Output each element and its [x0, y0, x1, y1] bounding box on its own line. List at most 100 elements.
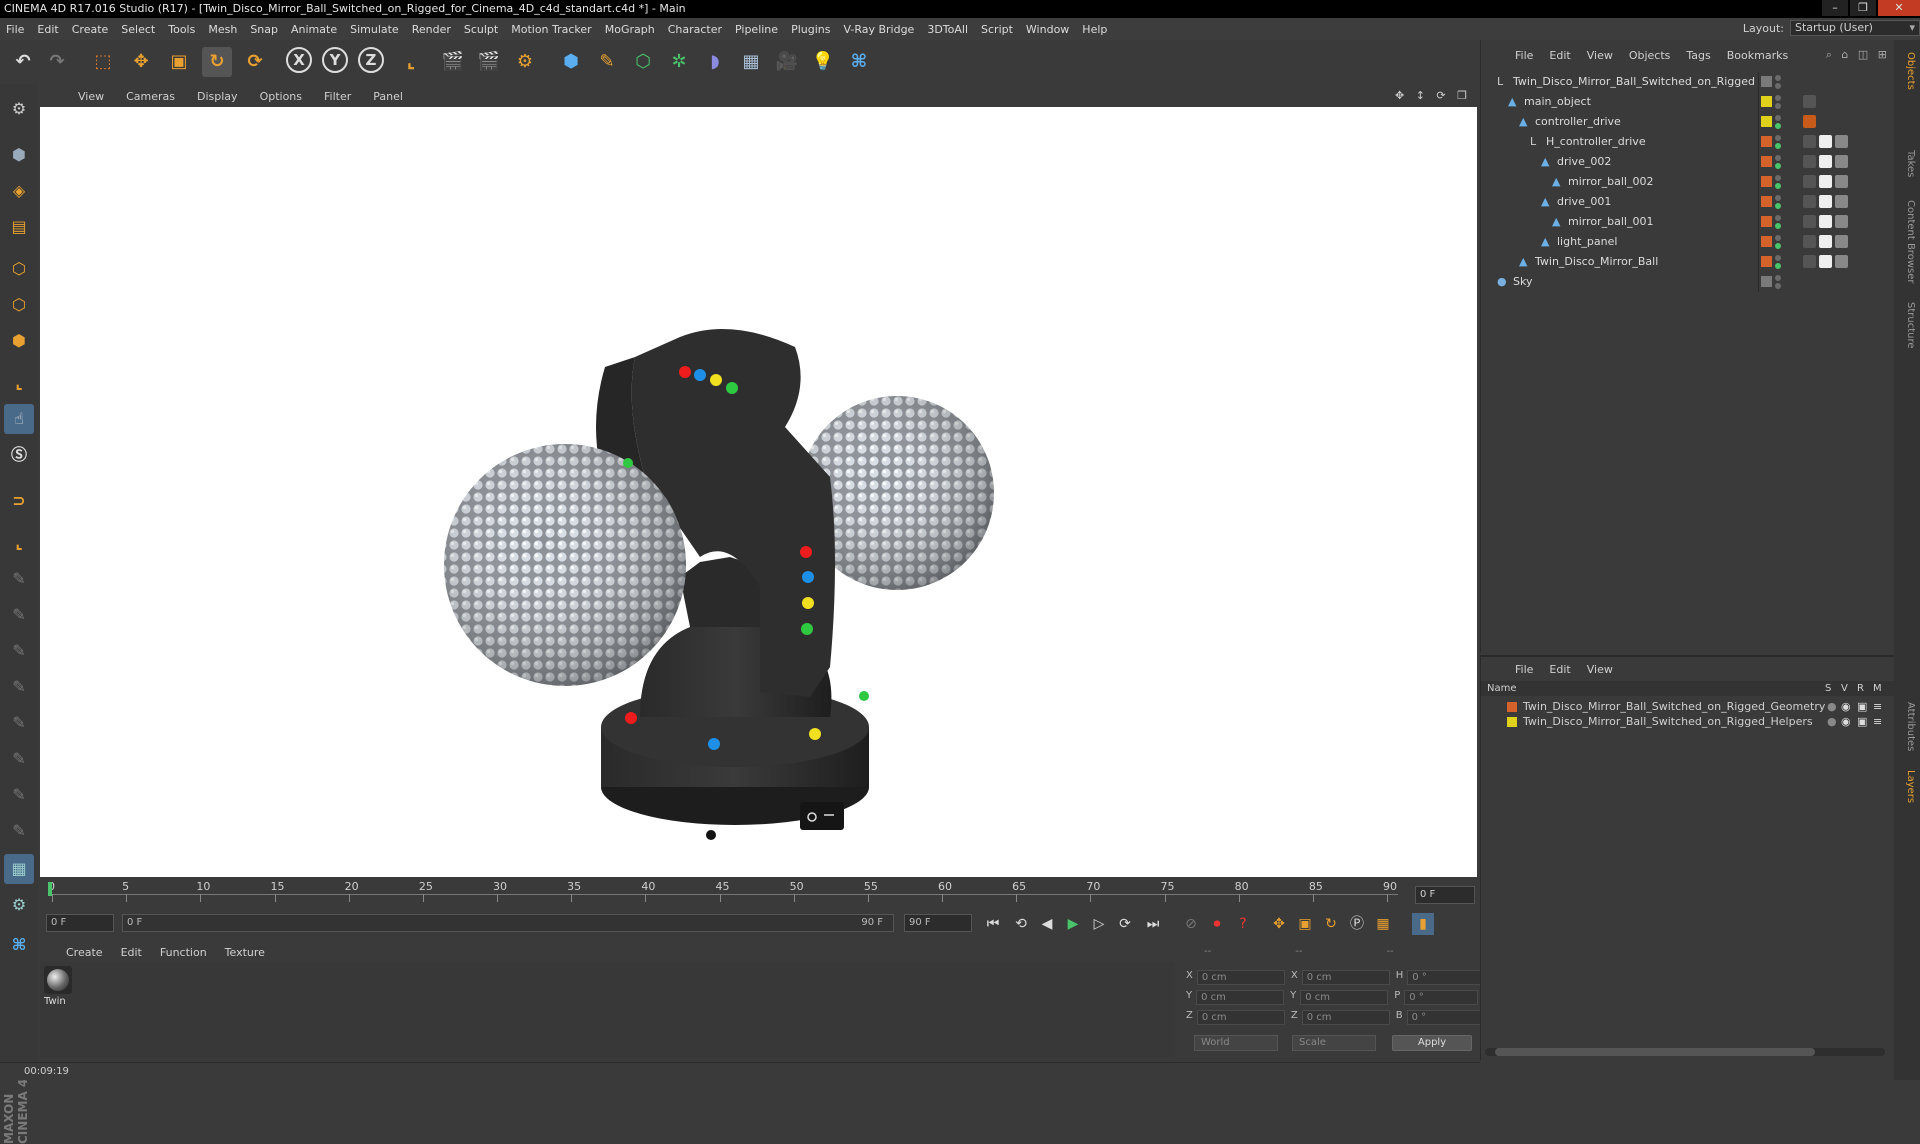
light-icon[interactable]: 💡	[808, 47, 838, 77]
pen-spline-icon[interactable]: ✎	[592, 47, 622, 77]
close-button[interactable]: ✕	[1878, 0, 1920, 16]
objects-menu-tags[interactable]: Tags	[1686, 49, 1710, 62]
object-tag-icon[interactable]	[1803, 215, 1816, 228]
position-x-field[interactable]: 0 cm	[1196, 970, 1285, 985]
position-z-field[interactable]: 0 cm	[1196, 1010, 1285, 1025]
editor-visibility-dot[interactable]	[1775, 235, 1781, 241]
object-tag-icon[interactable]	[1819, 135, 1832, 148]
sculpt-brush-icon[interactable]: ✎	[4, 564, 34, 594]
editor-visibility-dot[interactable]	[1775, 195, 1781, 201]
menu-vray-bridge[interactable]: V-Ray Bridge	[843, 23, 914, 36]
material-menu-edit[interactable]: Edit	[121, 946, 142, 959]
menu-mograph[interactable]: MoGraph	[605, 23, 655, 36]
layer-color-swatch[interactable]	[1761, 156, 1772, 167]
minimize-button[interactable]: –	[1822, 0, 1848, 16]
viewport-navigation-icons[interactable]: ✥ ↕ ⟳ ❐	[1395, 89, 1471, 102]
objects-menu-edit[interactable]: Edit	[1549, 49, 1570, 62]
material-menu-create[interactable]: Create	[66, 946, 103, 959]
layer-manager-icon[interactable]: ≡	[1873, 699, 1882, 714]
size-y-field[interactable]: 0 cm	[1300, 990, 1389, 1005]
layer-color-swatch[interactable]	[1761, 276, 1772, 287]
menu-file[interactable]: File	[6, 23, 24, 36]
recent-tools-icon[interactable]: ⟳	[240, 47, 270, 77]
size-x-field[interactable]: 0 cm	[1301, 970, 1390, 985]
menu-mesh[interactable]: Mesh	[208, 23, 237, 36]
layer-row[interactable]: Twin_Disco_Mirror_Ball_Switched_on_Rigge…	[1481, 714, 1895, 729]
next-key-icon[interactable]: ⟳	[1114, 913, 1136, 935]
sculpt-mask-icon[interactable]: ✎	[4, 780, 34, 810]
layer-color-swatch[interactable]	[1761, 216, 1772, 227]
timeline-window-icon[interactable]: ▮	[1412, 913, 1434, 935]
size-z-field[interactable]: 0 cm	[1301, 1010, 1390, 1025]
python-icon[interactable]: ⌘	[844, 47, 874, 77]
edges-mode-icon[interactable]: ⬡	[4, 290, 34, 320]
rotation-h-field[interactable]: 0 °	[1407, 970, 1482, 985]
layer-color-swatch[interactable]	[1761, 96, 1772, 107]
key-position-icon[interactable]: ✥	[1268, 913, 1290, 935]
key-scale-icon[interactable]: ▣	[1294, 913, 1316, 935]
menu-script[interactable]: Script	[981, 23, 1013, 36]
object-row[interactable]: ▲ drive_001	[1481, 192, 1895, 212]
timeline-current-frame[interactable]: 0 F	[1415, 886, 1475, 904]
render-visibility-dot[interactable]	[1775, 123, 1781, 129]
material-swatch[interactable]: Twin	[44, 966, 72, 1008]
coordinate-mode-dropdown[interactable]: World	[1194, 1035, 1278, 1051]
subdivision-icon[interactable]: ⬡	[628, 47, 658, 77]
preview-range-slider[interactable]: 0 F 90 F	[122, 914, 894, 932]
object-row[interactable]: ▲ main_object	[1481, 92, 1895, 112]
object-row[interactable]: ▲ controller_drive	[1481, 112, 1895, 132]
object-row[interactable]: ▲ mirror_ball_002	[1481, 172, 1895, 192]
tab-attributes[interactable]: Attributes	[1898, 702, 1916, 751]
object-tag-icon[interactable]	[1835, 195, 1848, 208]
objects-menu-objects[interactable]: Objects	[1629, 49, 1671, 62]
play-icon[interactable]: ▶	[1062, 913, 1084, 935]
layer-color-swatch[interactable]	[1761, 256, 1772, 267]
layer-color-swatch[interactable]	[1761, 116, 1772, 127]
layer-solo-icon[interactable]: ●	[1827, 699, 1837, 714]
menu-create[interactable]: Create	[72, 23, 109, 36]
sculpt-flatten-icon[interactable]: ✎	[4, 672, 34, 702]
tab-structure[interactable]: Structure	[1898, 302, 1916, 349]
position-y-field[interactable]: 0 cm	[1196, 990, 1285, 1005]
y-axis-button[interactable]: Y	[322, 47, 348, 73]
object-tag-icon[interactable]	[1835, 235, 1848, 248]
render-visibility-dot[interactable]	[1775, 223, 1781, 229]
apply-button[interactable]: Apply	[1392, 1035, 1472, 1051]
timeline-ruler[interactable]: 051015202530354045505560657075808590 0 F	[40, 880, 1477, 910]
object-tag-icon[interactable]	[1835, 175, 1848, 188]
render-visibility-dot[interactable]	[1775, 83, 1781, 89]
layer-color-swatch[interactable]	[1761, 136, 1772, 147]
menu-help[interactable]: Help	[1082, 23, 1107, 36]
locked-workplane-icon[interactable]: ⌞	[4, 528, 34, 558]
object-row[interactable]: L Twin_Disco_Mirror_Ball_Switched_on_Rigg…	[1481, 72, 1895, 92]
key-rotation-icon[interactable]: ↻	[1320, 913, 1342, 935]
move-icon[interactable]: ✥	[126, 47, 156, 77]
magnet-icon[interactable]: ⊃	[4, 486, 34, 516]
undo-icon[interactable]: ↶	[8, 47, 38, 77]
tab-takes[interactable]: Takes	[1898, 150, 1916, 177]
layer-color-swatch[interactable]	[1507, 702, 1517, 712]
layer-color-swatch[interactable]	[1507, 717, 1517, 727]
menu-render[interactable]: Render	[412, 23, 451, 36]
layer-color-swatch[interactable]	[1761, 236, 1772, 247]
deformer-icon[interactable]: ◗	[700, 47, 730, 77]
object-row[interactable]: ▲ Twin_Disco_Mirror_Ball	[1481, 252, 1895, 272]
layers-menu-file[interactable]: File	[1515, 663, 1533, 676]
viewport-menu-display[interactable]: Display	[197, 90, 238, 103]
x-axis-button[interactable]: X	[286, 47, 312, 73]
render-visibility-dot[interactable]	[1775, 103, 1781, 109]
end-frame-field[interactable]: 90 F	[904, 914, 972, 932]
make-editable-icon[interactable]: ⚙	[4, 94, 34, 124]
record-active-objects-icon[interactable]: ⏺	[1206, 913, 1228, 935]
object-row[interactable]: ▲ light_panel	[1481, 232, 1895, 252]
layer-color-swatch[interactable]	[1761, 176, 1772, 187]
previous-frame-icon[interactable]: ◀	[1036, 913, 1058, 935]
object-row[interactable]: ● Sky	[1481, 272, 1895, 292]
object-row[interactable]: L H_controller_drive	[1481, 132, 1895, 152]
previous-key-icon[interactable]: ⟲	[1010, 913, 1032, 935]
menu-snap[interactable]: Snap	[250, 23, 278, 36]
z-axis-button[interactable]: Z	[358, 47, 384, 73]
go-to-start-icon[interactable]: ⏮	[982, 913, 1004, 935]
object-tag-icon[interactable]	[1803, 195, 1816, 208]
render-visibility-dot[interactable]	[1775, 263, 1781, 269]
